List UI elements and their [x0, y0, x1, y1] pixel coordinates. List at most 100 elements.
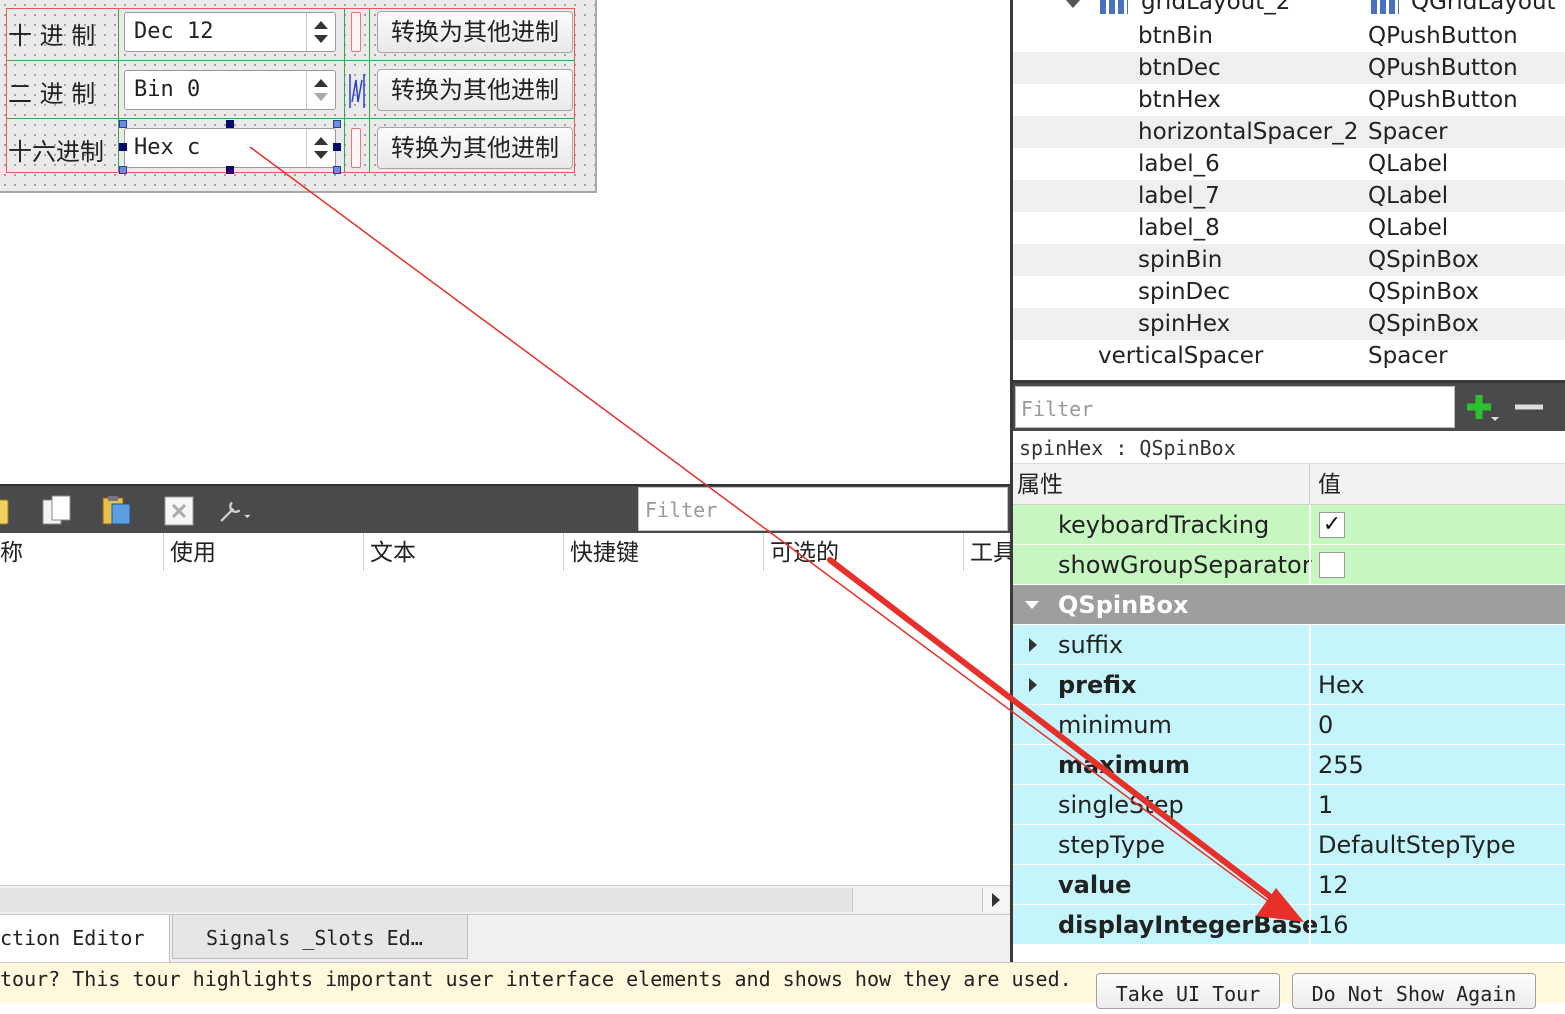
tree-name: btnHex — [1138, 87, 1221, 113]
column-divider — [1309, 545, 1311, 585]
tree-row[interactable]: spinDec QSpinBox — [1013, 276, 1565, 308]
paste-icon[interactable] — [100, 494, 134, 528]
tree-row[interactable]: btnHex QPushButton — [1013, 84, 1565, 116]
prop-value[interactable]: Hex — [1318, 665, 1365, 705]
tree-row[interactable]: label_8 QLabel — [1013, 212, 1565, 244]
btn-dec[interactable]: 转换为其他进制 — [377, 11, 573, 53]
down-arrow-icon[interactable] — [314, 93, 328, 101]
do-not-show-again-button[interactable]: Do Not Show Again — [1292, 973, 1536, 1009]
selected-object-caption: spinHex : QSpinBox — [1013, 431, 1565, 464]
up-arrow-icon[interactable] — [314, 79, 328, 87]
prop-row-maximum[interactable]: maximum 255 — [1013, 745, 1565, 785]
tree-name: horizontalSpacer_2 — [1138, 119, 1359, 145]
prop-value[interactable]: 255 — [1318, 745, 1364, 785]
up-arrow-icon[interactable] — [314, 21, 328, 29]
header-property[interactable]: 属性 — [1013, 464, 1310, 504]
spin-bin-buttons[interactable] — [306, 71, 335, 109]
copy-icon[interactable] — [40, 494, 74, 528]
tree-row[interactable]: btnBin QPushButton — [1013, 20, 1565, 52]
action-filter-input[interactable]: Filter — [638, 487, 1008, 531]
prop-row-steptype[interactable]: stepType DefaultStepType — [1013, 825, 1565, 865]
object-inspector[interactable]: gridLayout_2 QGridLayout btnBin QPushButt… — [1013, 0, 1565, 380]
selection-handle[interactable] — [333, 143, 341, 151]
tab-signals-slots-editor[interactable]: Signals _Slots Ed… — [172, 915, 468, 959]
spin-hex-buttons[interactable] — [306, 129, 335, 167]
column-shortcut[interactable]: 快捷键 — [564, 533, 764, 571]
column-name[interactable]: 称 — [0, 533, 164, 571]
checkbox-checked[interactable]: ✓ — [1319, 512, 1345, 538]
prop-value[interactable]: 16 — [1318, 905, 1349, 945]
tour-message: tour? This tour highlights important use… — [0, 967, 1072, 991]
prop-row-keyboardtracking[interactable]: keyboardTracking ✓ — [1013, 505, 1565, 545]
selection-handle[interactable] — [226, 120, 234, 128]
property-filter-input[interactable]: Filter — [1015, 386, 1455, 428]
prop-row-showgroupseparator[interactable]: showGroupSeparator — [1013, 545, 1565, 585]
tree-row[interactable]: spinHex QSpinBox — [1013, 308, 1565, 340]
prop-row-value[interactable]: value 12 — [1013, 865, 1565, 905]
selection-handle[interactable] — [226, 166, 234, 174]
tree-row[interactable]: spinBin QSpinBox — [1013, 244, 1565, 276]
prop-value[interactable]: DefaultStepType — [1318, 825, 1515, 865]
collapse-arrow-icon[interactable] — [1025, 601, 1039, 609]
label-hex[interactable]: 十六进制 — [8, 132, 104, 167]
spin-hex[interactable]: Hex c — [124, 128, 336, 168]
action-icon[interactable] — [0, 494, 20, 528]
tree-name: btnDec — [1138, 55, 1221, 81]
label-bin[interactable]: 二 进 制 — [8, 74, 95, 109]
selection-handle[interactable] — [119, 143, 127, 151]
tree-row[interactable]: label_7 QLabel — [1013, 180, 1565, 212]
prop-row-displayintegerbase[interactable]: displayIntegerBase 16 — [1013, 905, 1565, 945]
expand-arrow-icon[interactable] — [1029, 638, 1037, 652]
horizontal-spacer[interactable] — [351, 12, 361, 52]
label-dec[interactable]: 十 进 制 — [8, 16, 95, 51]
down-arrow-icon[interactable] — [314, 151, 328, 159]
spin-dec[interactable]: Dec 12 — [124, 12, 336, 52]
prop-row-prefix[interactable]: prefix Hex — [1013, 665, 1565, 705]
down-arrow-icon[interactable] — [314, 35, 328, 43]
tree-row[interactable]: btnDec QPushButton — [1013, 52, 1565, 84]
prop-section-qspinbox[interactable]: QSpinBox — [1013, 585, 1565, 625]
column-text[interactable]: 文本 — [364, 533, 564, 571]
prop-value[interactable]: 12 — [1318, 865, 1349, 905]
btn-bin[interactable]: 转换为其他进制 — [377, 69, 573, 111]
up-arrow-icon[interactable] — [314, 137, 328, 145]
scrollbar-handle[interactable] — [0, 888, 853, 912]
horizontal-spacer[interactable] — [351, 128, 361, 168]
selection-handle[interactable] — [333, 166, 341, 174]
expand-arrow-icon[interactable] — [1029, 678, 1037, 692]
prop-row-singlestep[interactable]: singleStep 1 — [1013, 785, 1565, 825]
delete-icon[interactable] — [162, 494, 196, 528]
spin-bin[interactable]: Bin 0 — [124, 70, 336, 110]
tree-class: QGridLayout — [1411, 0, 1556, 15]
configure-icon[interactable] — [218, 494, 252, 528]
checkbox-unchecked[interactable] — [1319, 552, 1345, 578]
prop-name: maximum — [1058, 751, 1191, 779]
column-used[interactable]: 使用 — [164, 533, 364, 571]
column-divider — [1309, 825, 1311, 865]
header-value[interactable]: 值 — [1314, 464, 1565, 504]
horizontal-scrollbar[interactable] — [0, 885, 1010, 915]
form-canvas[interactable]: 十 进 制 Dec 12 转换为其他进制 二 进 制 Bin 0 转换为其他进制… — [0, 0, 1010, 483]
tree-row[interactable]: horizontalSpacer_2 Spacer — [1013, 116, 1565, 148]
prop-value[interactable]: 0 — [1318, 705, 1333, 745]
prop-value[interactable]: 1 — [1318, 785, 1333, 825]
tree-row[interactable]: verticalSpacer Spacer — [1013, 340, 1565, 372]
btn-hex[interactable]: 转换为其他进制 — [377, 127, 573, 169]
collapse-arrow-icon[interactable] — [1065, 0, 1081, 8]
prop-row-minimum[interactable]: minimum 0 — [1013, 705, 1565, 745]
remove-icon[interactable] — [1513, 391, 1545, 425]
form-widget[interactable]: 十 进 制 Dec 12 转换为其他进制 二 进 制 Bin 0 转换为其他进制… — [0, 0, 597, 193]
prop-row-suffix[interactable]: suffix — [1013, 625, 1565, 665]
spin-dec-buttons[interactable] — [306, 13, 335, 51]
tree-row-gridlayout[interactable]: gridLayout_2 QGridLayout — [1013, 0, 1565, 18]
tree-row[interactable]: label_6 QLabel — [1013, 148, 1565, 180]
selection-handle[interactable] — [333, 120, 341, 128]
take-ui-tour-button[interactable]: Take UI Tour — [1096, 973, 1280, 1009]
scroll-right-arrow-icon[interactable] — [982, 888, 1009, 912]
selection-handle[interactable] — [119, 120, 127, 128]
column-checkable[interactable]: 可选的 — [764, 533, 964, 571]
add-icon[interactable] — [1463, 391, 1499, 425]
selection-handle[interactable] — [119, 166, 127, 174]
tab-action-editor[interactable]: ction Editor — [0, 915, 170, 962]
action-table-body[interactable] — [0, 572, 1010, 885]
